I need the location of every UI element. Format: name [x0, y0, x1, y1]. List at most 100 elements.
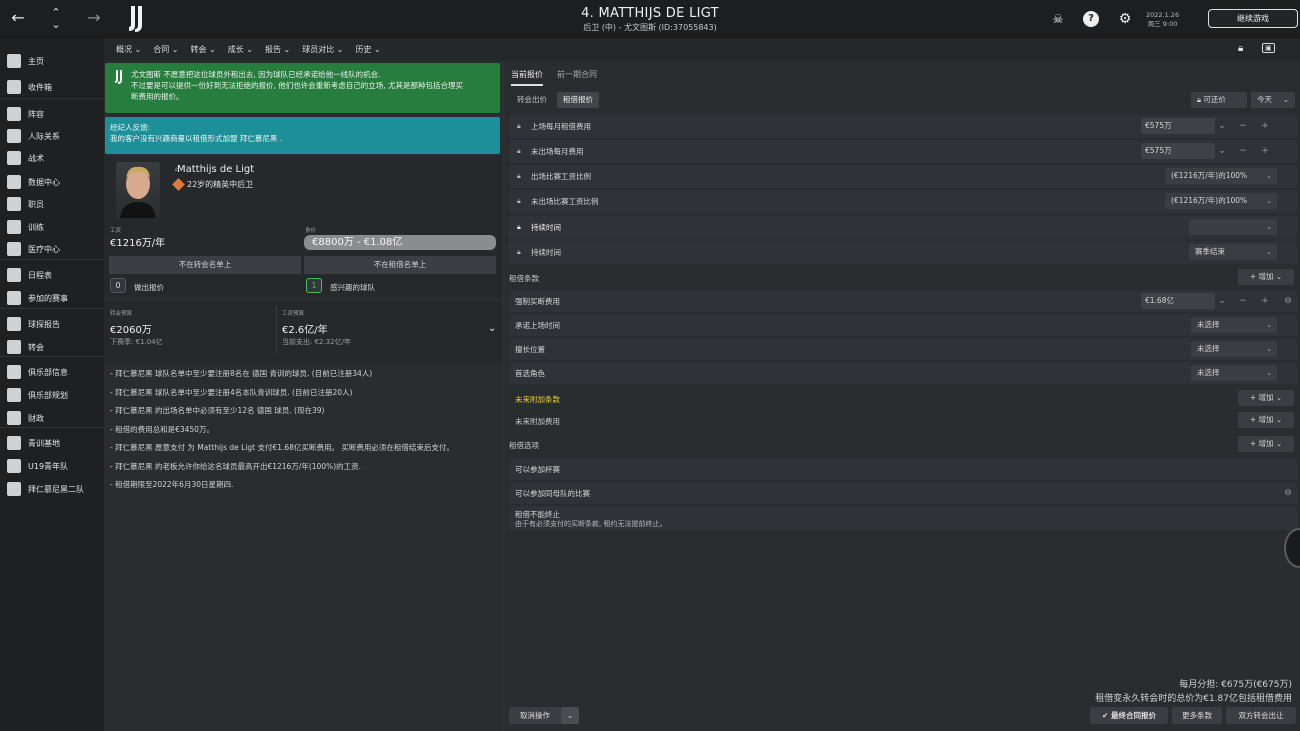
bids-label[interactable]: 做出报价: [134, 282, 164, 293]
sidebar-item-shirt[interactable]: 阵容: [0, 103, 104, 125]
add-loan-term-button[interactable]: + 增加 ⌄: [1238, 269, 1294, 285]
tab-current-offer[interactable]: 当前报价: [511, 69, 543, 86]
sidebar-item-inbox[interactable]: 收件箱: [0, 76, 104, 98]
sidebar-item-home[interactable]: 主页: [0, 50, 104, 72]
left-panel: 尤文图斯 不愿意把这位球员外租出去, 因为球队已经承诺给他一线队的机会. 不过要…: [104, 61, 502, 731]
lock-icon[interactable]: 🔒︎: [1238, 43, 1243, 54]
back-arrow-icon[interactable]: ←: [6, 6, 30, 30]
sidebar-item-scout[interactable]: 球探报告: [0, 313, 104, 335]
subnav-history[interactable]: 历史 ⌄: [356, 44, 381, 55]
duration-select[interactable]: ⌄: [1189, 219, 1277, 235]
subnav-development[interactable]: 成长 ⌄: [228, 44, 253, 55]
chevron-down-icon[interactable]: ⌄: [1215, 143, 1229, 159]
subnav-reports[interactable]: 报告 ⌄: [265, 44, 290, 55]
subnav-overview[interactable]: 概况 ⌄: [116, 44, 141, 55]
playing-time-select[interactable]: 未选择 ⌄: [1191, 317, 1277, 333]
subnav-compare[interactable]: 球员对比 ⌄: [302, 44, 343, 55]
club-message: 尤文图斯 不愿意把这位球员外租出去, 因为球队已经承诺给他一线队的机会. 不过要…: [105, 63, 500, 113]
sidebar-item-tactics[interactable]: 战术: [0, 147, 104, 169]
wage-budget-spend: 当前支出: €2.32亿/年: [282, 338, 351, 346]
skull-icon[interactable]: ☠: [1050, 11, 1066, 27]
continue-button[interactable]: 继续游戏: [1208, 9, 1298, 28]
wage-unused-select[interactable]: (€1216万/年)的100% ⌄: [1165, 193, 1277, 209]
sidebar-item-team-b[interactable]: 拜仁慕尼黑二队: [0, 478, 104, 500]
sidebar-item-calendar[interactable]: 日程表: [0, 264, 104, 286]
tab-previous-contract[interactable]: 前一期合同: [557, 69, 597, 86]
gear-icon[interactable]: ⚙: [1117, 11, 1133, 27]
mandatory-fee-row: 强制买断费用 €1.68亿 ⌄ − + ⊖: [509, 290, 1297, 312]
sidebar-item-data[interactable]: 数据中心: [0, 171, 104, 193]
position-select[interactable]: 未选择 ⌄: [1191, 341, 1277, 357]
loan-fee-unused-input[interactable]: €575万: [1141, 143, 1215, 159]
plus-icon[interactable]: +: [1258, 143, 1272, 159]
minus-icon[interactable]: −: [1236, 293, 1250, 309]
duration-end-select[interactable]: 赛季结束 ⌄: [1189, 244, 1277, 260]
date-select[interactable]: 今天 ⌄: [1251, 92, 1295, 108]
lock-icon[interactable]: 🔒︎: [517, 147, 524, 155]
lock-icon[interactable]: 🔒︎: [517, 197, 524, 205]
remove-icon[interactable]: ⊖: [1281, 293, 1295, 309]
subnav-transfer[interactable]: 转会 ⌄: [191, 44, 216, 55]
plus-icon[interactable]: +: [1258, 293, 1272, 309]
subnav-contract[interactable]: 合同 ⌄: [153, 44, 178, 55]
sidebar-item-transfer[interactable]: 转会: [0, 336, 104, 358]
transfer-list-button[interactable]: 不在转会名单上: [109, 256, 301, 274]
juventus-logo[interactable]: [122, 3, 152, 35]
lock-icon[interactable]: 🔒︎: [517, 172, 524, 180]
cancel-action-button[interactable]: 取消操作: [509, 707, 561, 724]
minus-icon[interactable]: −: [1236, 143, 1250, 159]
sidebar-item-youth[interactable]: 青训基地: [0, 432, 104, 454]
chevron-down-icon[interactable]: ⌄: [1215, 118, 1229, 134]
wage-played-select[interactable]: (€1216万/年)的100% ⌄: [1165, 168, 1277, 184]
card-icon[interactable]: ▣: [1262, 43, 1275, 53]
forward-arrow-icon[interactable]: →: [82, 6, 106, 30]
player-name[interactable]: Matthijs de Ligt: [177, 164, 254, 175]
sidebar-item-plan[interactable]: 俱乐部规划: [0, 384, 104, 406]
chevron-down-icon[interactable]: ⌄: [561, 707, 579, 724]
sidebar-item-relations[interactable]: 人际关系: [0, 125, 104, 147]
sidebar-item-label: 战术: [28, 153, 44, 163]
interested-label[interactable]: 感兴趣的球队: [330, 282, 375, 293]
sidebar-item-staff[interactable]: 职员: [0, 193, 104, 215]
minus-icon[interactable]: −: [1236, 118, 1250, 134]
add-loan-option-button[interactable]: + 增加 ⌄: [1238, 436, 1294, 452]
seg-loan-offer[interactable]: 租借报价: [557, 92, 599, 108]
player-avatar[interactable]: [116, 162, 160, 218]
sidebar-item-trophy[interactable]: 参加的赛事: [0, 287, 104, 309]
chevron-down-icon[interactable]: ⌄: [1215, 293, 1229, 309]
trade-button[interactable]: 双方转会出让: [1226, 707, 1296, 724]
sidebar-item-shield[interactable]: 俱乐部信息: [0, 361, 104, 383]
lock-icon[interactable]: 🔒︎: [517, 248, 524, 256]
help-icon[interactable]: ?: [1083, 11, 1099, 27]
up-down-icon[interactable]: ⌃ ⌄: [44, 7, 68, 31]
more-terms-button[interactable]: 更多条款: [1172, 707, 1222, 724]
role-select[interactable]: 未选择 ⌄: [1191, 365, 1277, 381]
value-range: €8800万 - €1.08亿: [304, 235, 496, 250]
sidebar-item-medical[interactable]: 医疗中心: [0, 238, 104, 260]
role-row: 首选角色 未选择 ⌄: [509, 362, 1297, 384]
juventus-small-logo: [115, 70, 122, 84]
plus-icon[interactable]: +: [1258, 118, 1272, 134]
sidebar-item-u19[interactable]: U19青年队: [0, 455, 104, 477]
lock-icon[interactable]: 🔒︎: [517, 223, 524, 231]
select-value: 未选择: [1197, 368, 1220, 377]
sidebar: 主页收件箱阵容 人际关系战术数据中心 职员 训练 医疗中心日程表 参加的赛事球探报告 转会俱…: [0, 38, 104, 731]
seg-transfer-bid[interactable]: 转会出价: [511, 92, 553, 108]
add-future-clause-button[interactable]: + 增加 ⌄: [1238, 390, 1294, 406]
loan-fee-played-input[interactable]: €575万: [1141, 118, 1215, 134]
loan-fee-played-row: 🔒︎ 上场每月租借费用 €575万 ⌄ − +: [509, 115, 1297, 138]
remove-icon[interactable]: ⊖: [1281, 485, 1295, 501]
sidebar-divider: [0, 427, 104, 428]
lock-icon[interactable]: 🔒︎: [517, 122, 524, 130]
final-offer-button[interactable]: ✔ 最终合同报价: [1090, 707, 1168, 724]
loan-terms-heading: 租借条款: [509, 274, 539, 283]
sidebar-item-training[interactable]: 训练: [0, 216, 104, 238]
loan-list-button[interactable]: 不在租借名单上: [304, 256, 496, 274]
sidebar-item-finance[interactable]: 财政: [0, 407, 104, 429]
add-future-fee-button[interactable]: + 增加 ⌄: [1238, 412, 1294, 428]
negotiable-toggle[interactable]: 🔒︎ 可还价: [1191, 92, 1247, 108]
mandatory-fee-input[interactable]: €1.68亿: [1141, 293, 1215, 309]
chevron-down-icon[interactable]: ⌄: [488, 323, 496, 334]
sidebar-item-label: 主页: [28, 56, 44, 66]
wage-unused-row: 🔒︎ 未出场比赛工资比例 (€1216万/年)的100% ⌄: [509, 190, 1297, 213]
